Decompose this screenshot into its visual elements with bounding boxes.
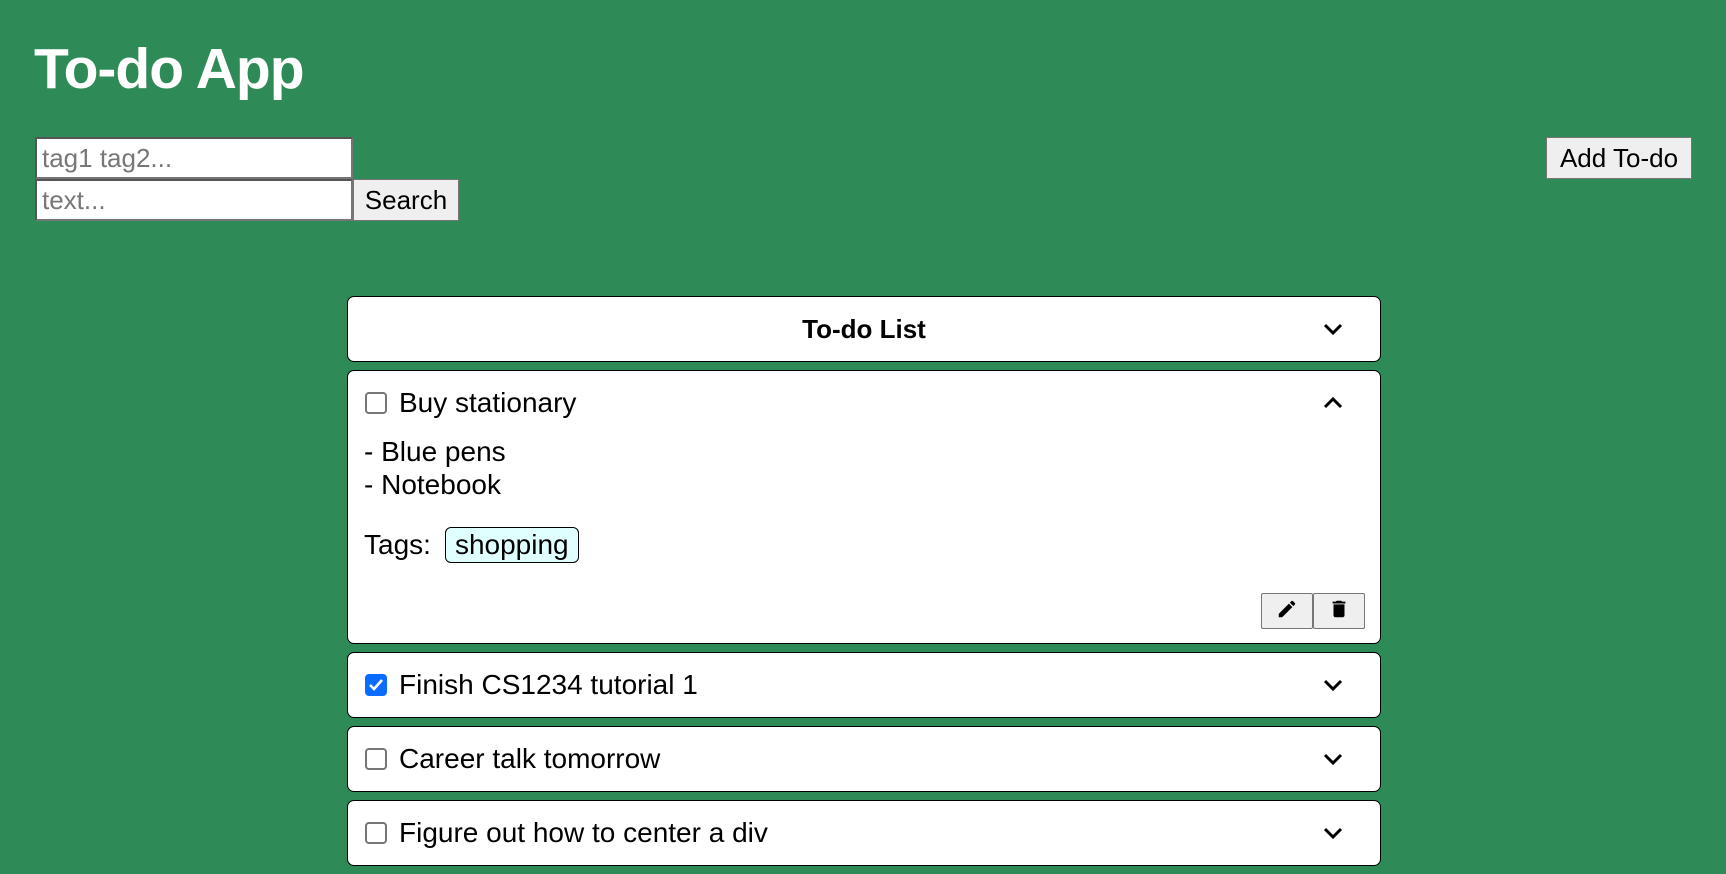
search-form: Search [35,137,459,221]
todo-list: To-do List Buy stationary - Blue pens - … [347,296,1381,874]
todo-actions [348,563,1380,643]
todo-list-header[interactable]: To-do List [347,296,1381,362]
tags-row: Tags: shopping [364,527,1363,563]
app-title: To-do App [34,37,305,101]
checkmark-icon [369,679,383,691]
todo-checkbox[interactable] [365,392,387,414]
search-button[interactable]: Search [353,179,459,221]
todo-description-line: - Blue pens [364,436,506,467]
tags-search-input[interactable] [35,137,353,179]
todo-checkbox-checked[interactable] [365,674,387,696]
chevron-down-icon[interactable] [1322,318,1344,340]
todo-item: Finish CS1234 tutorial 1 [347,652,1381,718]
todo-item-title: Finish CS1234 tutorial 1 [399,669,698,700]
todo-description-line: - Notebook [364,469,501,500]
todo-item-body: - Blue pens - Notebook Tags: shopping [348,435,1380,563]
chevron-down-icon[interactable] [1322,822,1344,844]
todo-list-title: To-do List [802,313,926,344]
add-todo-button[interactable]: Add To-do [1546,137,1692,179]
todo-item-header[interactable]: Career talk tomorrow [348,727,1380,791]
chevron-up-icon[interactable] [1322,392,1344,414]
pencil-icon [1276,598,1298,625]
tags-label: Tags: [364,529,431,560]
delete-button[interactable] [1313,593,1365,629]
todo-checkbox[interactable] [365,748,387,770]
text-search-input[interactable] [35,179,353,221]
todo-item: Career talk tomorrow [347,726,1381,792]
tag-badge[interactable]: shopping [444,527,579,563]
todo-item-title: Career talk tomorrow [399,743,661,774]
chevron-down-icon[interactable] [1322,674,1344,696]
todo-item: Figure out how to center a div [347,800,1381,866]
todo-item-title: Figure out how to center a div [399,817,768,848]
todo-item-title: Buy stationary [399,387,577,418]
todo-checkbox[interactable] [365,822,387,844]
text-search-row: Search [35,179,459,221]
chevron-down-icon[interactable] [1322,748,1344,770]
todo-item-header[interactable]: Buy stationary [348,371,1380,435]
trash-icon [1328,598,1350,625]
todo-item: Buy stationary - Blue pens - Notebook Ta… [347,370,1381,644]
edit-button[interactable] [1261,593,1313,629]
todo-item-header[interactable]: Finish CS1234 tutorial 1 [348,653,1380,717]
todo-item-header[interactable]: Figure out how to center a div [348,801,1380,865]
